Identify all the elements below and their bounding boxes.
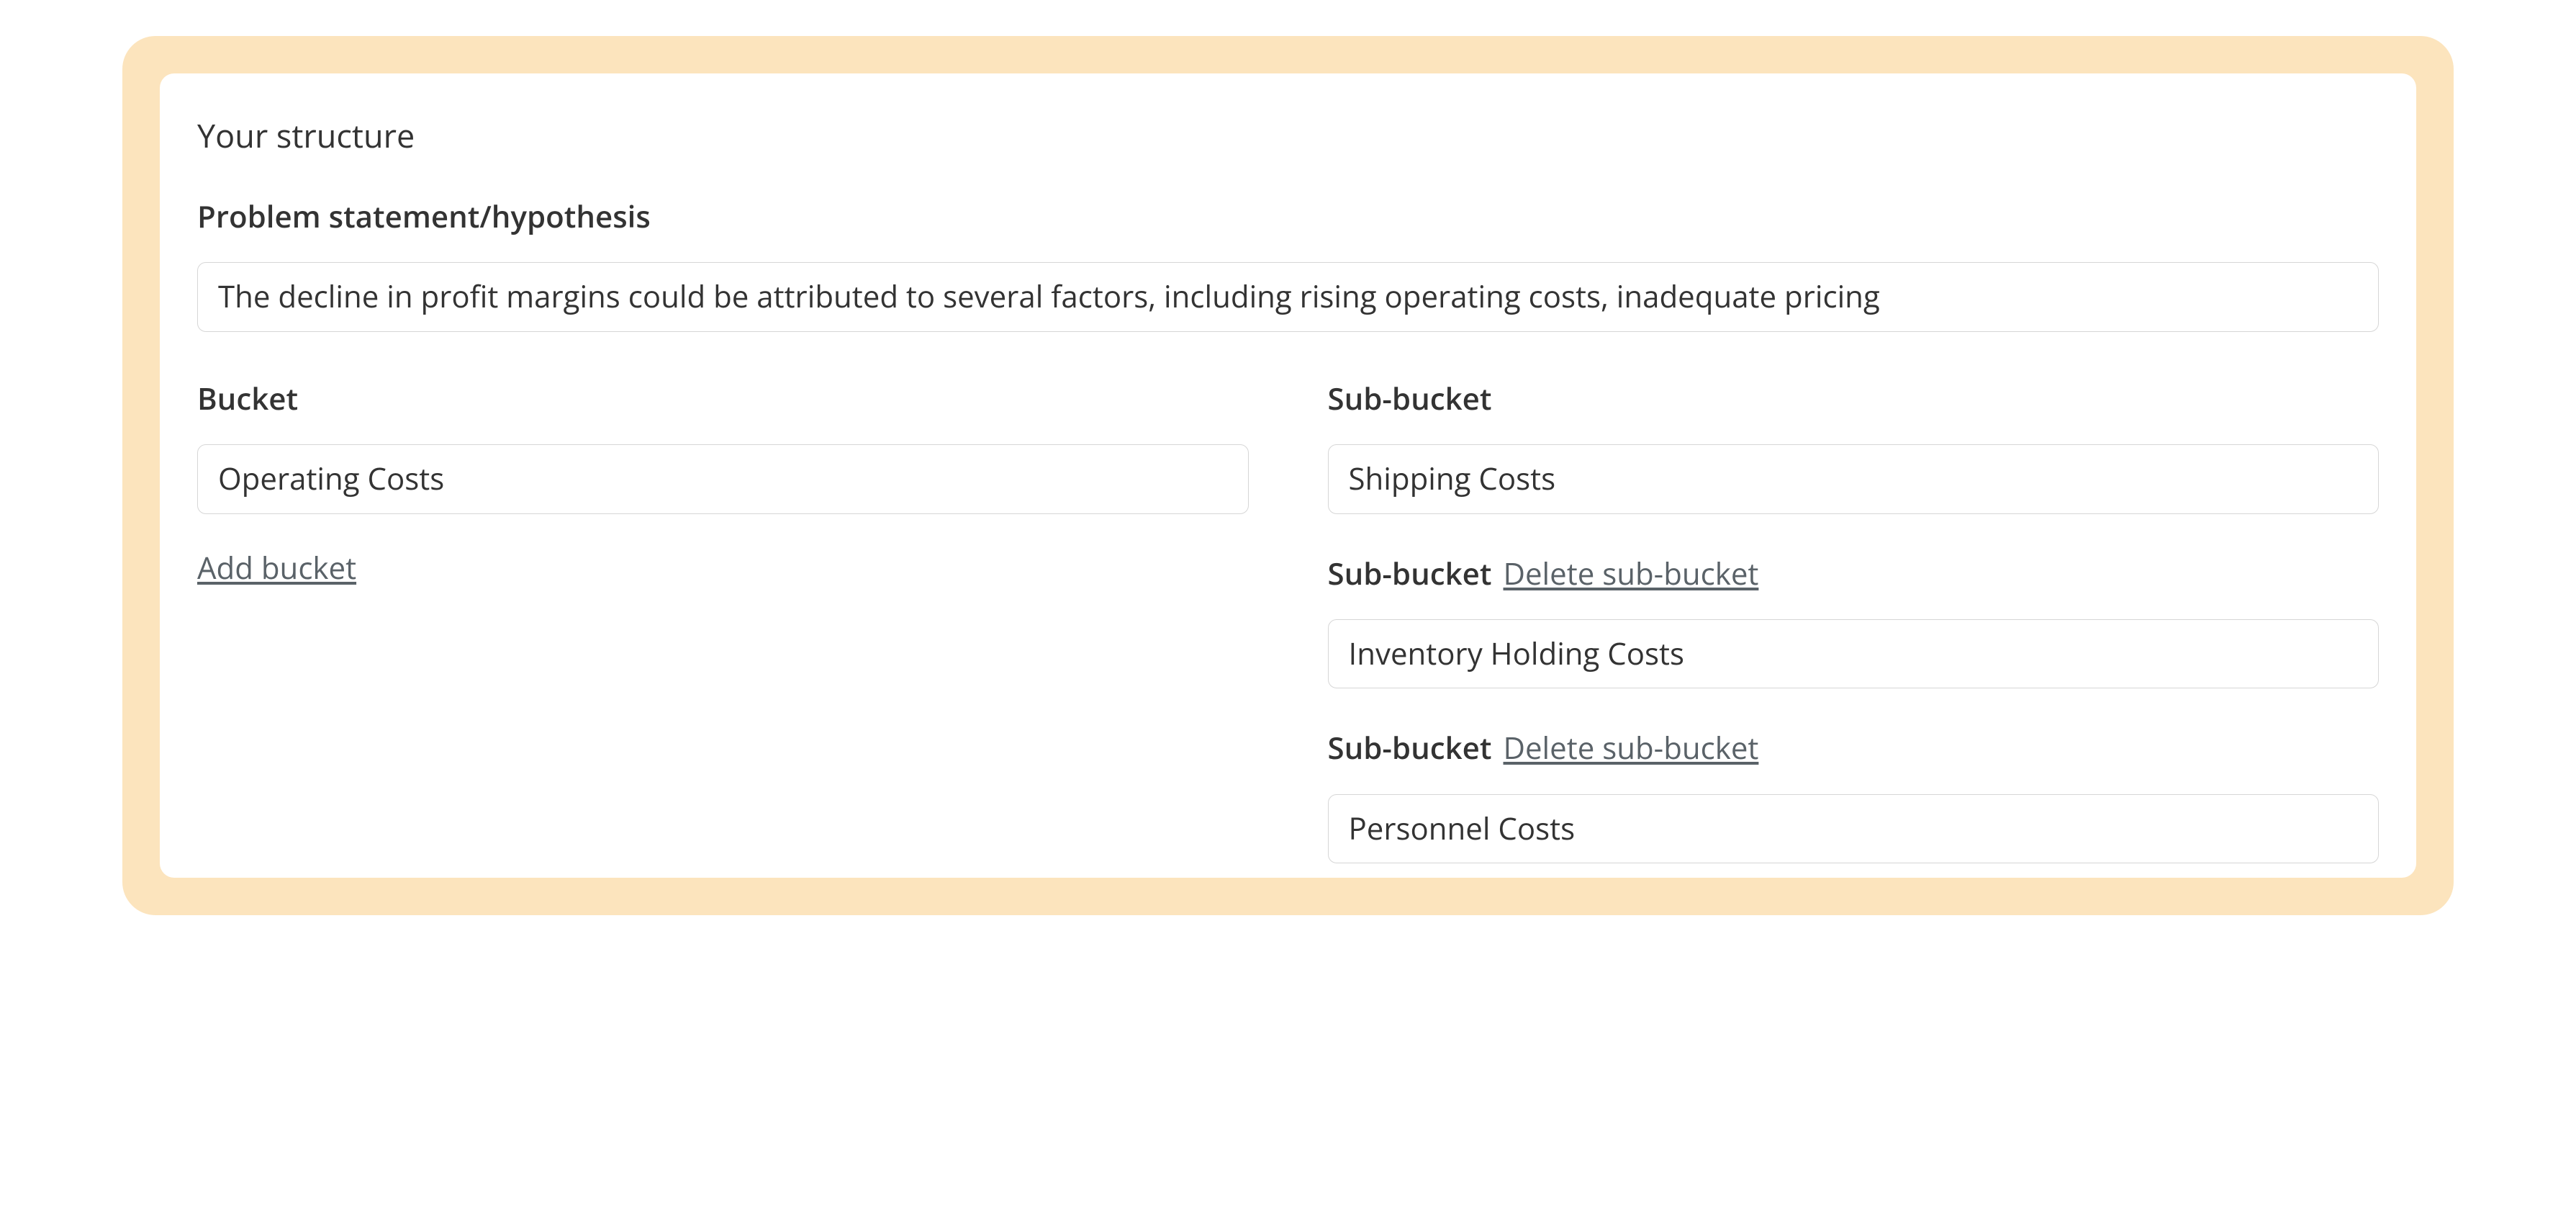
sub-bucket-label: Sub-bucket	[1328, 381, 1492, 417]
sub-bucket-column: Sub-bucket Sub-bucket Delete sub-bucket	[1328, 381, 2380, 863]
inner-card: Your structure Problem statement/hypothe…	[160, 73, 2416, 878]
sub-bucket-label: Sub-bucket	[1328, 730, 1492, 766]
bucket-column: Bucket Add bucket	[197, 381, 1249, 586]
problem-block: Problem statement/hypothesis	[197, 199, 2379, 332]
delete-sub-bucket-link[interactable]: Delete sub-bucket	[1504, 556, 1759, 592]
bucket-input[interactable]	[197, 444, 1249, 513]
outer-card: Your structure Problem statement/hypothe…	[122, 36, 2454, 915]
section-title: Your structure	[197, 117, 2379, 156]
sub-bucket-input[interactable]	[1328, 794, 2380, 863]
delete-sub-bucket-link[interactable]: Delete sub-bucket	[1504, 730, 1759, 766]
sub-bucket-input[interactable]	[1328, 619, 2380, 688]
bucket-label: Bucket	[197, 381, 298, 417]
sub-bucket-block: Sub-bucket	[1328, 381, 2380, 514]
problem-label: Problem statement/hypothesis	[197, 199, 651, 235]
add-bucket-link[interactable]: Add bucket	[197, 550, 356, 586]
problem-input[interactable]	[197, 262, 2379, 331]
sub-bucket-input[interactable]	[1328, 444, 2380, 513]
sub-bucket-label: Sub-bucket	[1328, 556, 1492, 592]
sub-bucket-block: Sub-bucket Delete sub-bucket	[1328, 556, 2380, 689]
sub-bucket-block: Sub-bucket Delete sub-bucket	[1328, 730, 2380, 863]
